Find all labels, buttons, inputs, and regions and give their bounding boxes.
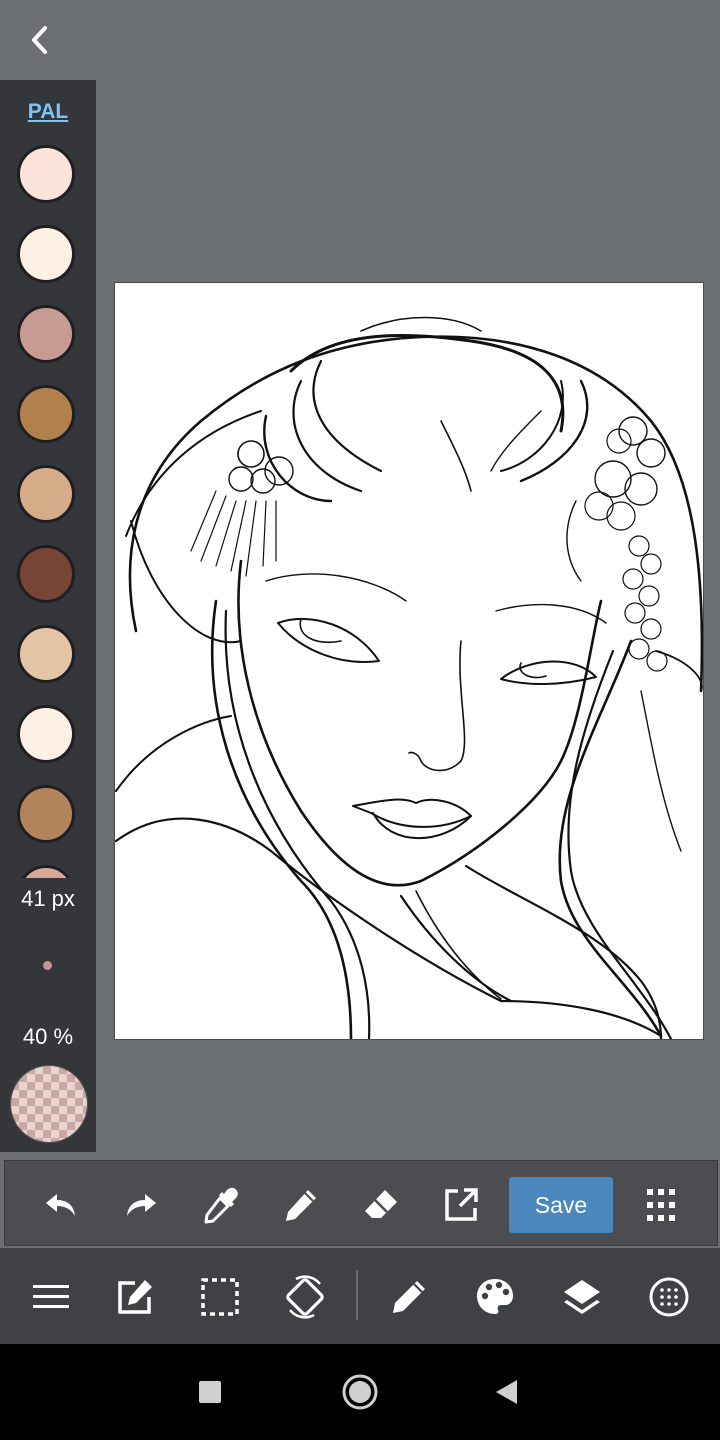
hamburger-menu-icon (33, 1285, 69, 1308)
grid-dots-icon (649, 1277, 689, 1317)
pencil-icon (286, 1190, 316, 1221)
back-nav-button[interactable] (482, 1368, 530, 1416)
undo-icon (46, 1194, 75, 1216)
color-swatch[interactable] (17, 385, 75, 443)
edit-icon (118, 1280, 152, 1314)
eraser-icon (365, 1190, 397, 1218)
main-toolbar (0, 1248, 720, 1344)
more-tools-button[interactable] (635, 1179, 687, 1231)
save-button[interactable]: Save (509, 1177, 613, 1233)
opacity-preview[interactable] (10, 1065, 88, 1143)
color-swatch[interactable] (17, 705, 75, 763)
opacity-label: 40 % (22, 1024, 74, 1049)
recent-apps-button[interactable] (186, 1368, 234, 1416)
redo-button[interactable] (115, 1179, 167, 1231)
selection-icon (201, 1278, 239, 1316)
eraser-button[interactable] (355, 1179, 407, 1231)
color-swatch[interactable] (17, 465, 75, 523)
color-swatch[interactable] (17, 225, 75, 283)
menu-button[interactable] (24, 1270, 78, 1324)
home-icon (342, 1374, 378, 1410)
selection-button[interactable] (193, 1270, 247, 1324)
rotate-icon (286, 1275, 324, 1319)
rotate-button[interactable] (278, 1270, 332, 1324)
drawing-canvas[interactable] (114, 282, 704, 1040)
swatch-list (0, 142, 96, 878)
chevron-left-icon (32, 26, 47, 54)
color-swatch[interactable] (17, 145, 75, 203)
color-swatch[interactable] (17, 305, 75, 363)
brush-size-label: 41 px (21, 886, 75, 911)
edit-button[interactable] (108, 1270, 162, 1324)
eyedropper-button[interactable] (195, 1179, 247, 1231)
tool-toolbar: Save (4, 1160, 718, 1246)
layers-button[interactable] (555, 1270, 609, 1324)
undo-button[interactable] (35, 1179, 87, 1231)
color-swatch[interactable] (17, 545, 75, 603)
grid-menu-icon (647, 1189, 675, 1221)
palette-label[interactable]: PAL (0, 100, 96, 124)
color-swatch[interactable] (17, 785, 75, 843)
recent-apps-icon (199, 1381, 221, 1403)
color-swatch[interactable] (17, 625, 75, 683)
export-icon (445, 1188, 478, 1221)
line-art (115, 316, 703, 1039)
back-icon (496, 1380, 517, 1404)
redo-icon (127, 1194, 156, 1216)
export-button[interactable] (435, 1179, 487, 1231)
palette-panel: PAL 41 px 40 % (0, 80, 96, 1152)
palette-icon (477, 1279, 513, 1314)
toolbar-divider (356, 1270, 358, 1320)
eyedropper-icon (204, 1187, 238, 1224)
brush-size-preview (43, 961, 52, 970)
back-button[interactable] (18, 18, 62, 62)
system-nav-bar (0, 1344, 720, 1440)
color-button[interactable] (468, 1270, 522, 1324)
pencil-button[interactable] (275, 1179, 327, 1231)
brush-button[interactable] (382, 1270, 436, 1324)
home-button[interactable] (336, 1368, 384, 1416)
color-swatch[interactable] (17, 865, 75, 878)
canvas-grid-button[interactable] (642, 1270, 696, 1324)
brush-icon (393, 1281, 425, 1313)
layers-icon (564, 1280, 600, 1314)
